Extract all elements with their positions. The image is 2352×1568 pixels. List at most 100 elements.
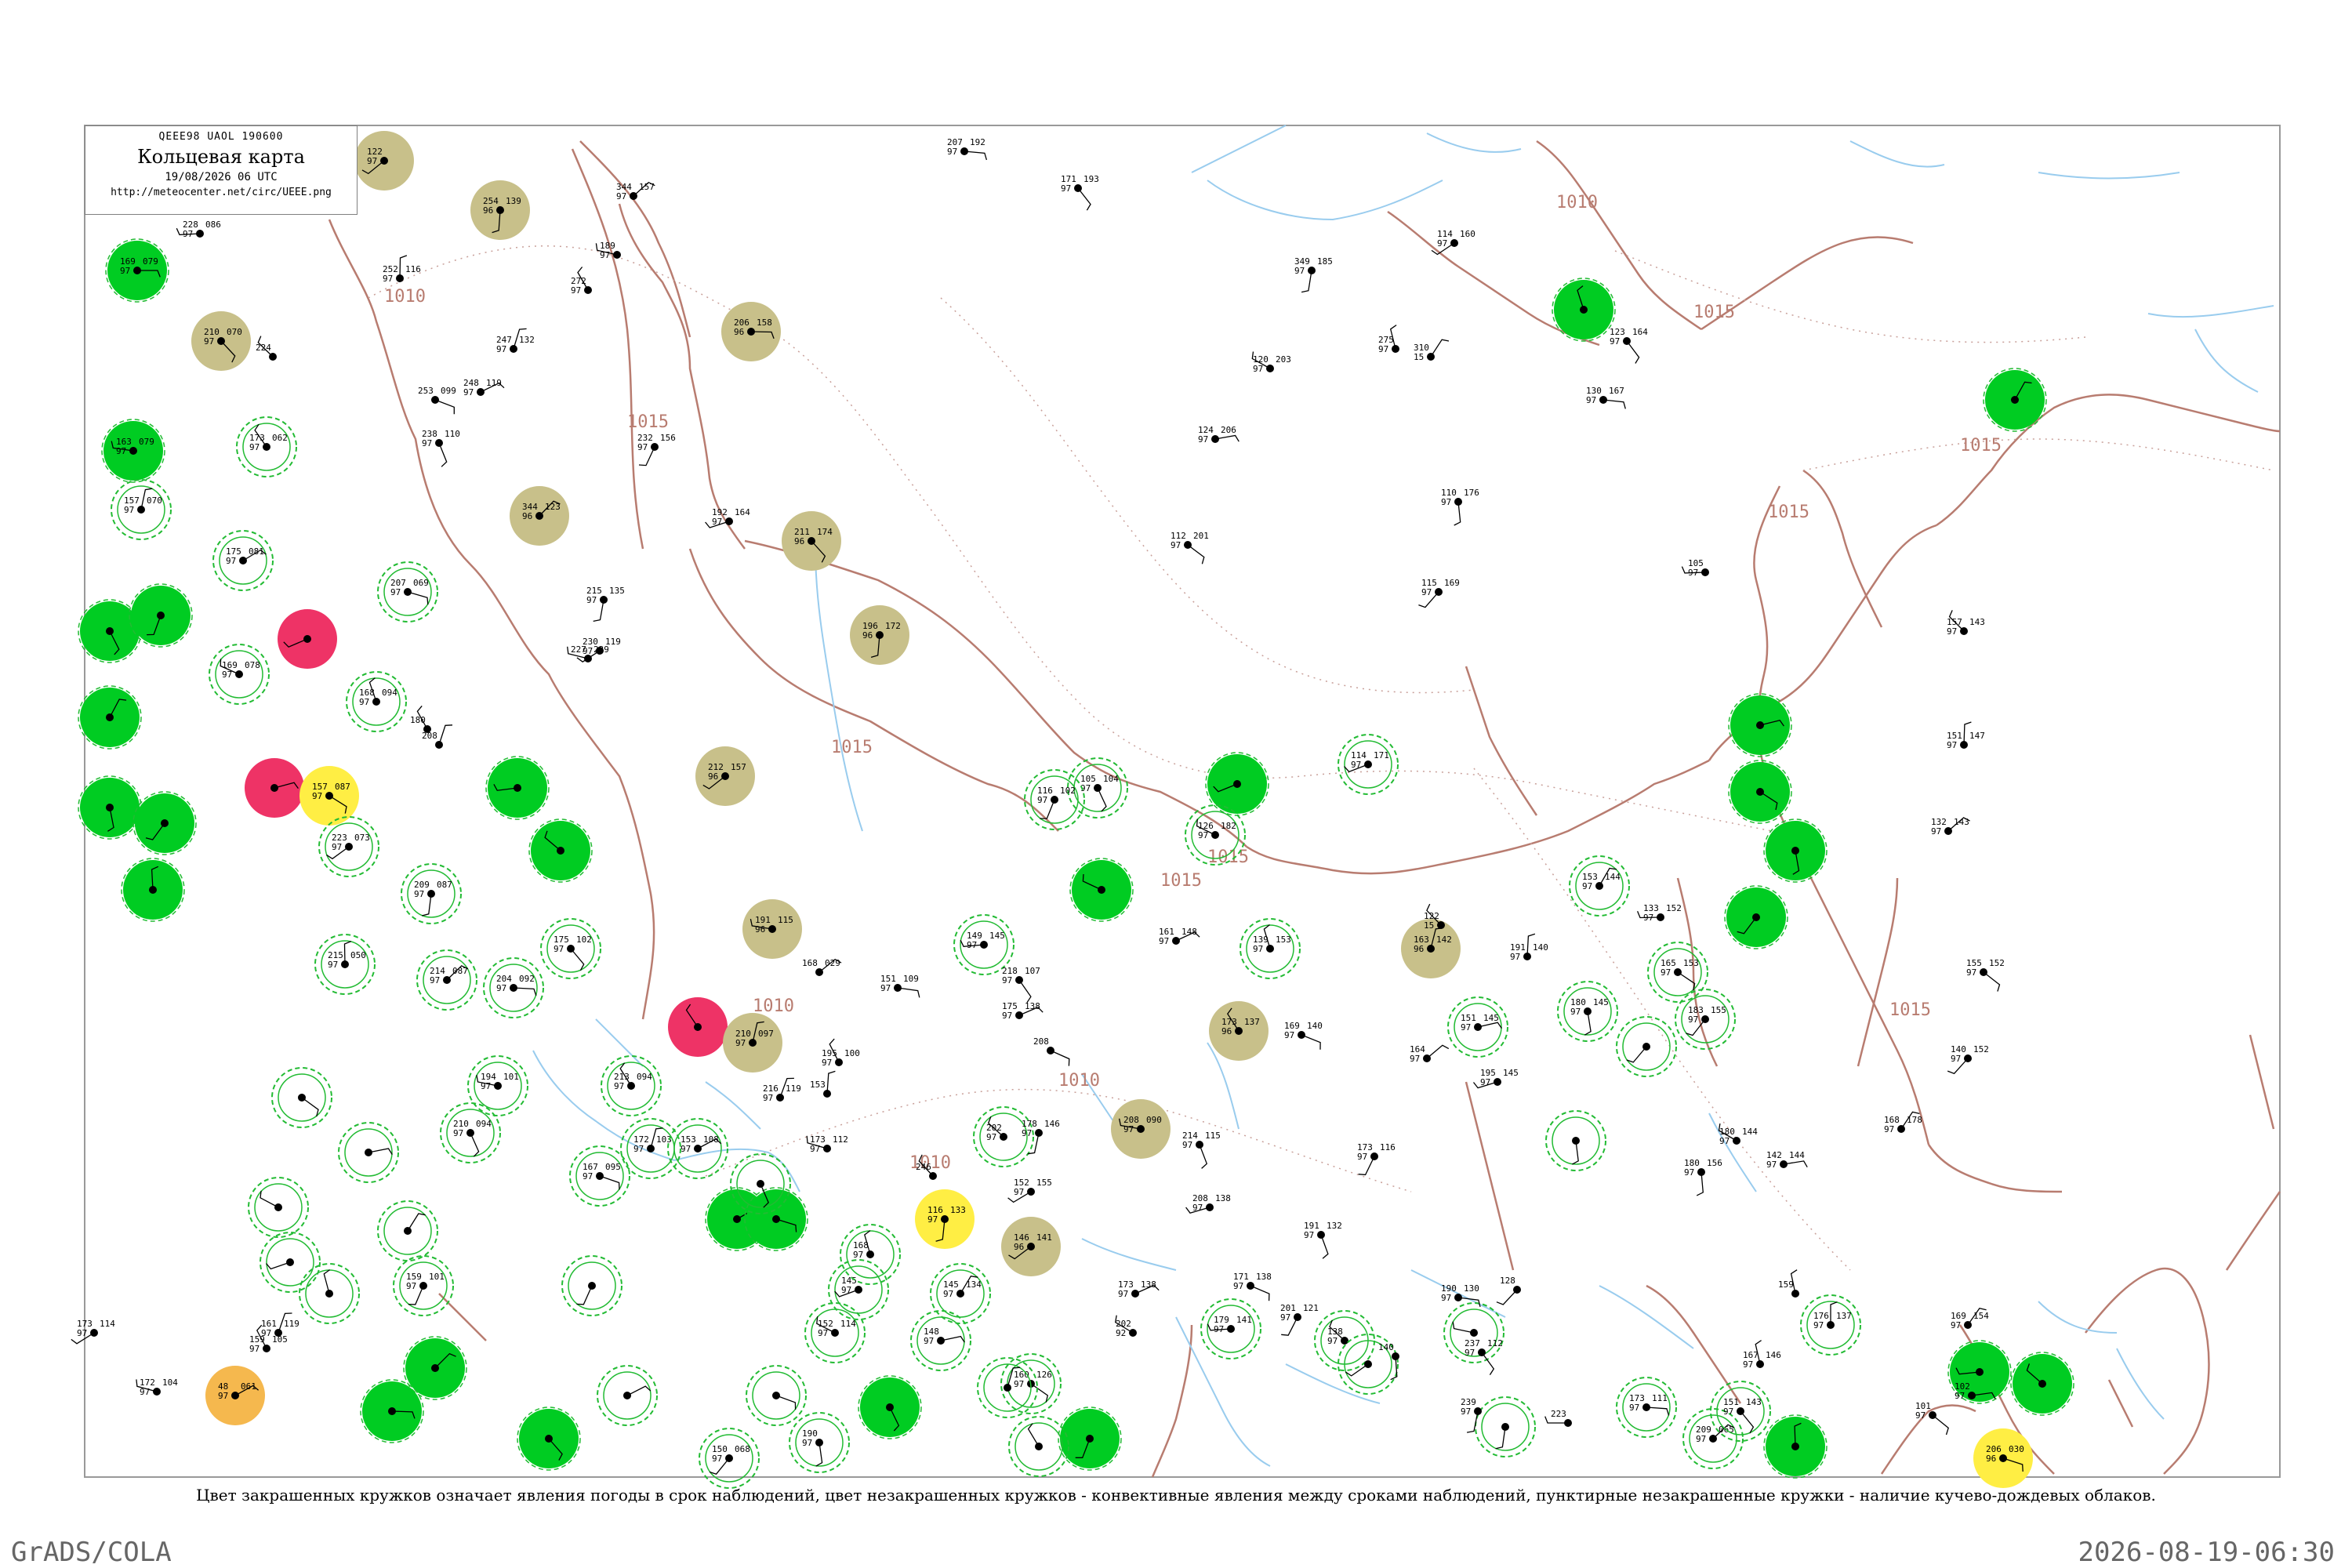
cloud-cover-marker bbox=[815, 968, 823, 976]
station-pressure: 147 bbox=[1969, 731, 1985, 741]
station-pressure: 144 bbox=[1605, 872, 1621, 882]
station-pressure: 030 bbox=[2009, 1444, 2024, 1454]
station-visibility: 97 bbox=[1688, 568, 1698, 578]
station-visibility: 97 bbox=[924, 1336, 934, 1346]
cloud-cover-marker bbox=[431, 396, 439, 404]
station-visibility: 15 bbox=[1424, 920, 1434, 931]
station-visibility: 97 bbox=[120, 266, 130, 276]
station-visibility: 97 bbox=[422, 438, 432, 448]
station-visibility: 97 bbox=[183, 229, 193, 239]
station-pressure: 109 bbox=[903, 974, 919, 984]
observation-date: 19/08/2026 06 UTC bbox=[165, 171, 278, 183]
station-pressure: 115 bbox=[1205, 1131, 1221, 1141]
station-visibility: 97 bbox=[1214, 1324, 1224, 1334]
cloud-cover-marker bbox=[694, 1023, 702, 1031]
cloud-cover-marker bbox=[1999, 1454, 2007, 1462]
cloud-cover-marker bbox=[613, 251, 621, 259]
station-visibility: 97 bbox=[1441, 497, 1451, 507]
station-visibility: 97 bbox=[853, 1250, 863, 1260]
isobar-label: 1015 bbox=[1160, 871, 1202, 891]
cloud-cover-marker bbox=[286, 1258, 294, 1266]
station-visibility: 97 bbox=[1465, 1348, 1475, 1358]
station-visibility: 15 bbox=[1414, 352, 1424, 362]
cloud-cover-marker bbox=[567, 945, 575, 953]
station-visibility: 96 bbox=[708, 771, 718, 782]
station-visibility: 97 bbox=[1951, 1054, 1961, 1064]
station-pressure: 070 bbox=[227, 327, 242, 337]
weather-station: 173 13796 bbox=[1209, 1001, 1269, 1061]
cloud-cover-marker bbox=[776, 1094, 784, 1102]
cloud-cover-marker bbox=[1454, 498, 1462, 506]
station-visibility: 97 bbox=[226, 556, 236, 566]
station-pressure: 158 bbox=[757, 318, 772, 328]
station-visibility: 97 bbox=[312, 791, 322, 801]
cloud-cover-marker bbox=[1494, 1078, 1501, 1086]
station-pressure: 135 bbox=[609, 586, 625, 596]
station-visibility: 97 bbox=[637, 442, 648, 452]
station-temperature: 208 bbox=[422, 731, 437, 741]
station-visibility: 97 bbox=[1461, 1406, 1471, 1417]
cloud-cover-marker bbox=[1595, 882, 1603, 890]
station-visibility: 97 bbox=[1198, 830, 1208, 840]
station-pressure: 193 bbox=[1083, 174, 1099, 184]
station-visibility: 97 bbox=[1014, 1187, 1024, 1197]
cloud-cover-marker bbox=[1211, 831, 1219, 839]
station-visibility: 97 bbox=[406, 1281, 416, 1291]
station-temperature: 140 bbox=[1378, 1342, 1394, 1352]
isobar-label: 1015 bbox=[627, 412, 669, 432]
weather-station: 12297 bbox=[354, 131, 414, 191]
station-pressure: 206 bbox=[1221, 425, 1236, 435]
weather-station: 146 14196 bbox=[1001, 1217, 1061, 1276]
cloud-cover-marker bbox=[886, 1403, 894, 1411]
cloud-cover-marker bbox=[404, 1227, 412, 1235]
station-pressure: 164 bbox=[1632, 327, 1648, 337]
station-visibility: 97 bbox=[1304, 1230, 1314, 1240]
station-pressure: 061 bbox=[241, 1381, 256, 1392]
station-visibility: 97 bbox=[1947, 740, 1957, 750]
cloud-cover-marker bbox=[1791, 847, 1799, 855]
cloud-cover-marker bbox=[1701, 1015, 1709, 1023]
source-url[interactable]: http://meteocenter.net/circ/UEEE.png bbox=[85, 187, 357, 198]
cloud-cover-marker bbox=[627, 1082, 635, 1090]
weather-map: 1010 1015 1015 1015 1015 1010 1010 1010 1015 101 0… bbox=[71, 125, 2281, 1489]
isobar-label: 1015 bbox=[831, 738, 873, 757]
cloud-cover-marker bbox=[1827, 1321, 1835, 1329]
station-visibility: 97 bbox=[1061, 183, 1071, 194]
station-pressure: 090 bbox=[1146, 1115, 1162, 1125]
cloud-cover-marker bbox=[1035, 1129, 1043, 1137]
station-pressure: 123 bbox=[545, 502, 561, 512]
station-visibility: 96 bbox=[1414, 944, 1424, 954]
station-pressure: 062 bbox=[272, 433, 288, 443]
cloud-cover-marker bbox=[1137, 1125, 1145, 1133]
cloud-cover-marker bbox=[772, 1215, 780, 1223]
cloud-cover-marker bbox=[1709, 1435, 1717, 1443]
station-pressure: 092 bbox=[519, 974, 535, 984]
station-pressure: 111 bbox=[1652, 1393, 1668, 1403]
cloud-cover-marker bbox=[274, 1329, 282, 1337]
map-title: Кольцевая карта bbox=[137, 146, 305, 168]
station-pressure: 114 bbox=[840, 1319, 856, 1329]
station-pressure: 152 bbox=[1989, 958, 2005, 968]
station-pressure: 154 bbox=[1973, 1311, 1989, 1321]
cloud-cover-marker bbox=[647, 1145, 655, 1152]
station-visibility: 97 bbox=[332, 842, 342, 852]
isobar-label: 1010 bbox=[753, 996, 794, 1016]
cloud-cover-marker bbox=[341, 960, 349, 968]
station-pressure: 094 bbox=[382, 688, 397, 698]
station-pressure: 110 bbox=[445, 429, 460, 439]
station-visibility: 97 bbox=[822, 1058, 832, 1068]
station-pressure: 112 bbox=[833, 1134, 848, 1145]
station-visibility: 97 bbox=[430, 975, 440, 985]
station-pressure: 095 bbox=[605, 1162, 621, 1172]
cloud-cover-marker bbox=[1435, 588, 1443, 596]
cloud-cover-marker bbox=[1098, 886, 1105, 894]
station-pressure: 145 bbox=[1593, 997, 1609, 1007]
cloud-cover-marker bbox=[937, 1337, 945, 1345]
station-pressure: 143 bbox=[1746, 1397, 1762, 1407]
cloud-cover-marker bbox=[929, 1172, 937, 1180]
station-visibility: 97 bbox=[1570, 1007, 1581, 1017]
station-pressure: 094 bbox=[476, 1119, 492, 1129]
cloud-cover-marker bbox=[1015, 1011, 1023, 1019]
station-visibility: 97 bbox=[586, 595, 597, 605]
station-visibility: 97 bbox=[1118, 1289, 1128, 1299]
